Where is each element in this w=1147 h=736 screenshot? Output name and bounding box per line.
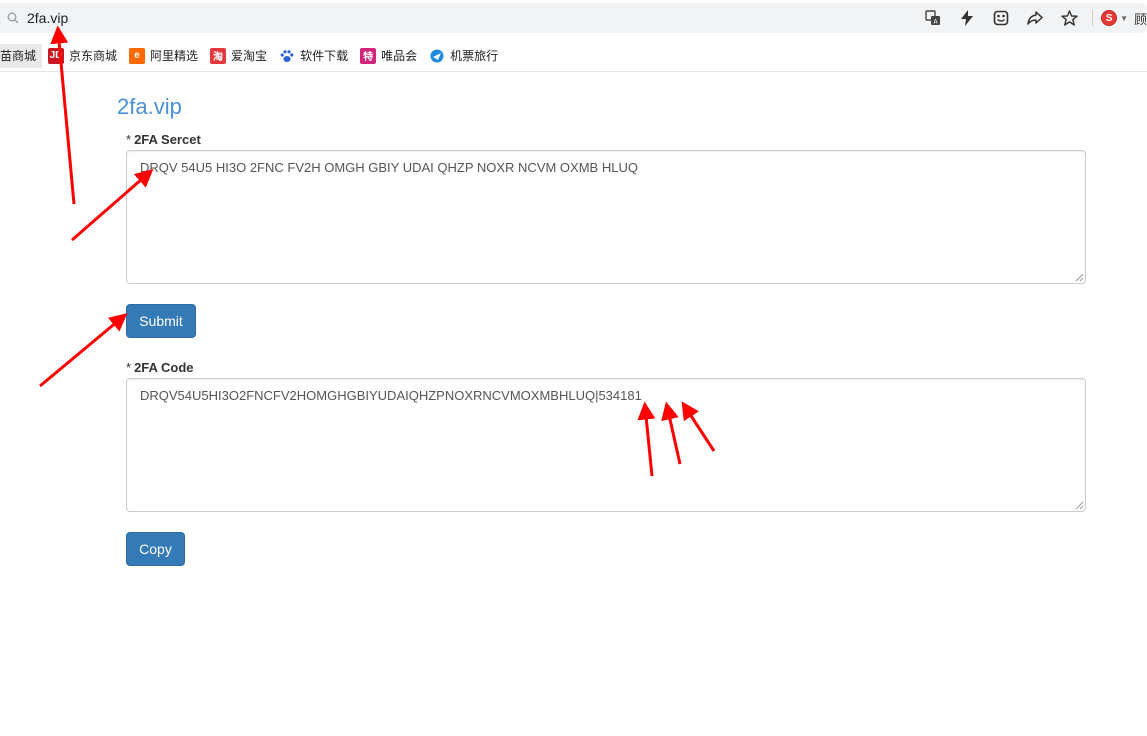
required-mark: *	[126, 132, 132, 147]
bookmark-aliexpress[interactable]: e 阿里精选	[123, 44, 204, 68]
address-bar: 2fa.vip A S ▼ 顾	[0, 0, 1147, 37]
secret-textarea[interactable]: DRQV 54U5 HI3O 2FNC FV2H OMGH GBIY UDAI …	[126, 150, 1086, 284]
search-icon	[7, 12, 19, 24]
bookmark-label: 苗商城	[0, 49, 37, 63]
resize-grip-icon[interactable]	[1074, 500, 1084, 510]
user-label: 顾	[1133, 11, 1147, 27]
bolt-icon[interactable]	[956, 7, 978, 29]
jd-icon: JD	[48, 47, 65, 64]
url-text[interactable]: 2fa.vip	[27, 10, 68, 26]
bookmark-label: 唯品会	[381, 49, 418, 63]
browser-toolbar: A S ▼ 顾	[910, 3, 1147, 33]
bookmark-label: 阿里精选	[150, 49, 199, 63]
bookmark-taobao[interactable]: 淘 爱淘宝	[204, 44, 273, 68]
bookmark-travel[interactable]: 机票旅行	[423, 44, 504, 68]
bookmark-jd[interactable]: JD 京东商城	[42, 44, 123, 68]
bookmark-label: 机票旅行	[450, 49, 499, 63]
copy-button[interactable]: Copy	[126, 532, 185, 566]
bookmark-label: 软件下载	[300, 49, 349, 63]
bookmarks-bar: 苗商城 JD 京东商城 e 阿里精选 淘 爱淘宝 软件下载 特 唯品会 机票旅行	[0, 40, 1147, 72]
code-textarea[interactable]: DRQV54U5HI3O2FNCFV2HOMGHGBIYUDAIQHZPNOXR…	[126, 378, 1086, 512]
secret-label-text: 2FA Sercet	[134, 132, 201, 147]
translate-icon[interactable]: A	[922, 7, 944, 29]
extension-icon[interactable]	[990, 7, 1012, 29]
submit-button[interactable]: Submit	[126, 304, 196, 338]
chevron-down-icon: ▼	[1120, 13, 1128, 23]
paw-icon	[279, 48, 295, 64]
bookmark-software[interactable]: 软件下载	[273, 44, 354, 68]
code-label-text: 2FA Code	[134, 360, 194, 375]
share-icon[interactable]	[1024, 7, 1046, 29]
star-icon[interactable]	[1058, 7, 1080, 29]
bookmark-label: 京东商城	[69, 49, 118, 63]
user-menu[interactable]: S ▼ 顾	[1101, 9, 1147, 28]
omnibox[interactable]: 2fa.vip A S ▼ 顾	[0, 3, 1147, 33]
secret-value[interactable]: DRQV 54U5 HI3O 2FNC FV2H OMGH GBIY UDAI …	[140, 160, 638, 175]
travel-icon	[429, 48, 445, 64]
code-label: * 2FA Code	[126, 360, 194, 375]
page-title[interactable]: 2fa.vip	[117, 94, 182, 120]
code-value[interactable]: DRQV54U5HI3O2FNCFV2HOMGHGBIYUDAIQHZPNOXR…	[140, 388, 642, 403]
arrow-to-submit	[39, 313, 128, 388]
toolbar-separator	[1092, 10, 1094, 26]
vip-icon: 特	[360, 47, 377, 64]
required-mark: *	[126, 360, 132, 375]
sogou-icon: S	[1101, 10, 1118, 26]
bookmark-tmall[interactable]: 苗商城	[0, 43, 43, 68]
resize-grip-icon[interactable]	[1074, 272, 1084, 282]
bookmark-vip[interactable]: 特 唯品会	[354, 44, 423, 68]
secret-label: * 2FA Sercet	[126, 132, 201, 147]
bookmark-label: 爱淘宝	[231, 49, 268, 63]
aliexpress-icon: e	[129, 47, 146, 64]
taobao-icon: 淘	[210, 47, 227, 64]
